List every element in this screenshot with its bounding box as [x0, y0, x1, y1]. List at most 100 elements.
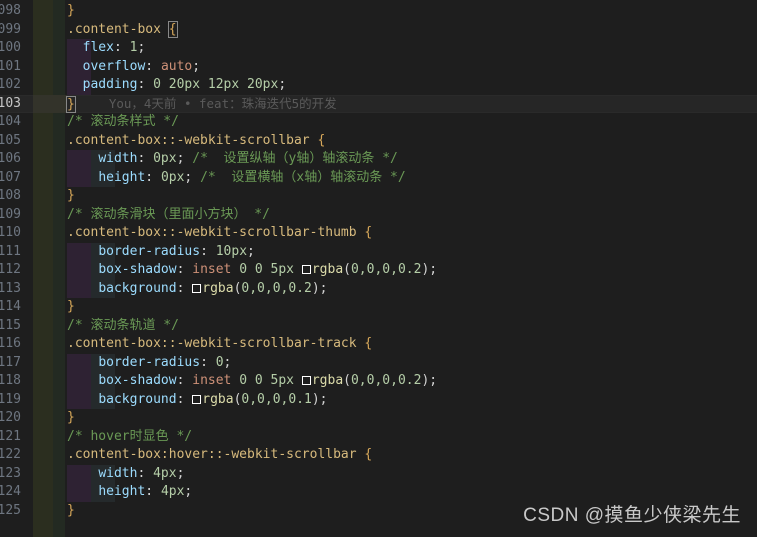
editor-line[interactable]: 105 .content-box::-webkit-scrollbar {	[0, 132, 757, 151]
color-preview-swatch[interactable]	[192, 283, 202, 293]
token-punc: ;	[223, 354, 232, 370]
editor-line[interactable]: 118 box-shadow: inset 0 0 5px rgba(0,0,0…	[0, 372, 757, 391]
code-text[interactable]: /* 滚动条轨道 */	[67, 317, 179, 336]
code-text[interactable]: /* 滚动条滑块（里面小方块） */	[67, 206, 270, 225]
code-text[interactable]: height: 4px;	[67, 483, 192, 502]
token-punc: :	[176, 373, 193, 388]
editor-line[interactable]: 124 height: 4px;	[0, 483, 757, 502]
editor-line[interactable]: 113 background: rgba(0,0,0,0.2);	[0, 279, 757, 299]
token-punc: );	[421, 262, 438, 277]
code-text[interactable]: .content-box::-webkit-scrollbar-thumb {	[67, 224, 372, 243]
code-text[interactable]: background: rgba(0,0,0,0.1);	[67, 391, 327, 410]
code-text[interactable]: }	[67, 409, 75, 428]
code-text[interactable]: /* hover时显色 */	[67, 428, 192, 447]
editor-line[interactable]: 109 /* 滚动条滑块（里面小方块） */	[0, 206, 757, 225]
editor-line[interactable]: 099 .content-box {	[0, 20, 757, 40]
token-sel: .content-box:hover::-webkit-scrollbar	[67, 447, 365, 462]
code-text[interactable]: background: rgba(0,0,0,0.2);	[67, 280, 328, 299]
color-preview-swatch[interactable]	[301, 265, 311, 274]
editor-line[interactable]: 110 .content-box::-webkit-scrollbar-thumb…	[0, 224, 757, 243]
editor-line[interactable]: 123 width: 4px;	[0, 464, 757, 484]
token-brace: {	[364, 447, 373, 462]
editor-line[interactable]: 119 background: rgba(0,0,0,0.1);	[0, 390, 757, 410]
line-number-text: 108	[0, 188, 21, 203]
csdn-watermark: CSDN @摸鱼少侠梁先生	[523, 505, 741, 526]
token-punc	[294, 373, 302, 388]
editor-line[interactable]: 108}	[0, 187, 757, 206]
editor-line[interactable]: 098}	[0, 2, 757, 21]
code-text[interactable]: padding: 0 20px 12px 20px;	[67, 76, 287, 95]
matching-bracket: {	[167, 20, 178, 38]
code-text[interactable]: height: 0px; /* 设置横轴（x轴）轴滚动条 */	[67, 169, 405, 188]
token-punc: :	[137, 77, 154, 92]
code-text[interactable]: width: 0px; /* 设置纵轴（y轴）轴滚动条 */	[67, 150, 398, 169]
editor-line[interactable]: 101 overflow: auto;	[0, 57, 757, 77]
token-num: 0 0 5px	[239, 262, 295, 277]
editor-line[interactable]: 111 border-radius: 10px;	[0, 242, 757, 262]
code-text[interactable]: width: 4px;	[67, 465, 184, 484]
code-text[interactable]: .content-box:hover::-webkit-scrollbar {	[67, 446, 372, 465]
token-prop: overflow	[82, 58, 146, 74]
line-number: 118	[0, 372, 30, 391]
code-text[interactable]: box-shadow: inset 0 0 5px rgba(0,0,0,0.2…	[67, 261, 437, 280]
line-number: 102	[0, 76, 30, 95]
line-number: 106	[0, 150, 30, 169]
editor-line[interactable]: 115 /* 滚动条轨道 */	[0, 317, 757, 336]
editor-line[interactable]: 112 box-shadow: inset 0 0 5px rgba(0,0,0…	[0, 261, 757, 280]
editor-line[interactable]: 122 .content-box:hover::-webkit-scrollbar…	[0, 446, 757, 465]
token-punc: :	[145, 58, 161, 74]
color-preview-swatch[interactable]	[301, 376, 311, 385]
code-editor[interactable]: 098} 099 .content-box {100 flex: 1; 101 ove…	[0, 0, 757, 537]
token-fn: rgba	[311, 262, 344, 277]
token-punc: :	[176, 280, 193, 296]
token-punc: );	[311, 280, 328, 296]
editor-line[interactable]: 114}	[0, 298, 757, 317]
editor-line[interactable]: 106 width: 0px; /* 设置纵轴（y轴）轴滚动条 */	[0, 150, 757, 169]
editor-line[interactable]: 116 .content-box::-webkit-scrollbar-track…	[0, 335, 757, 354]
line-number: 108	[0, 187, 30, 206]
code-text[interactable]: flex: 1;	[67, 39, 146, 58]
token-punc: ;	[184, 169, 201, 185]
code-text[interactable]: /* 滚动条样式 */	[67, 113, 179, 132]
code-text[interactable]: } You，4天前 • feat：珠海迭代5的开发	[66, 95, 337, 115]
line-number-text: 099	[0, 21, 21, 37]
token-punc: :	[176, 391, 193, 407]
editor-line[interactable]: 104 /* 滚动条样式 */	[0, 113, 757, 132]
token-sel: .content-box::-webkit-scrollbar	[67, 132, 318, 148]
code-text[interactable]: border-radius: 10px;	[67, 243, 255, 262]
line-number-text: 119	[0, 391, 21, 407]
code-text[interactable]: overflow: auto;	[67, 58, 200, 77]
color-preview-swatch[interactable]	[192, 394, 202, 404]
line-number-text: 109	[0, 206, 21, 222]
line-number-text: 105	[0, 132, 21, 148]
code-text[interactable]: }	[67, 187, 75, 206]
code-text[interactable]: .content-box::-webkit-scrollbar-track {	[67, 335, 372, 354]
editor-line[interactable]: 103} You，4天前 • feat：珠海迭代5的开发	[0, 94, 757, 115]
code-text[interactable]: .content-box::-webkit-scrollbar {	[67, 132, 325, 151]
line-number-text: 107	[0, 169, 21, 185]
editor-line[interactable]: 117 border-radius: 0;	[0, 353, 757, 373]
code-text[interactable]: .content-box {	[67, 20, 178, 40]
editor-line[interactable]: 100 flex: 1;	[0, 39, 757, 58]
git-blame-annotation[interactable]: You，4天前 • feat：珠海迭代5的开发	[75, 96, 337, 111]
token-punc: :	[176, 262, 193, 277]
editor-line[interactable]: 120}	[0, 409, 757, 428]
editor-line[interactable]: 121 /* hover时显色 */	[0, 428, 757, 447]
line-number: 109	[0, 206, 30, 225]
token-fn: rgba	[202, 391, 234, 407]
editor-line[interactable]: 102 padding: 0 20px 12px 20px;	[0, 76, 757, 95]
editor-line[interactable]: 107 height: 0px; /* 设置横轴（x轴）轴滚动条 */	[0, 168, 757, 188]
code-text[interactable]: border-radius: 0;	[67, 354, 231, 373]
code-text[interactable]: }	[67, 298, 75, 317]
code-text[interactable]: }	[67, 502, 75, 521]
line-number: 107	[0, 169, 30, 188]
token-punc: ;	[247, 243, 255, 259]
token-num: 0	[215, 354, 224, 370]
code-text[interactable]: box-shadow: inset 0 0 5px rgba(0,0,0,0.2…	[67, 372, 437, 391]
token-kw: inset	[192, 373, 232, 388]
code-text[interactable]: }	[67, 2, 75, 21]
